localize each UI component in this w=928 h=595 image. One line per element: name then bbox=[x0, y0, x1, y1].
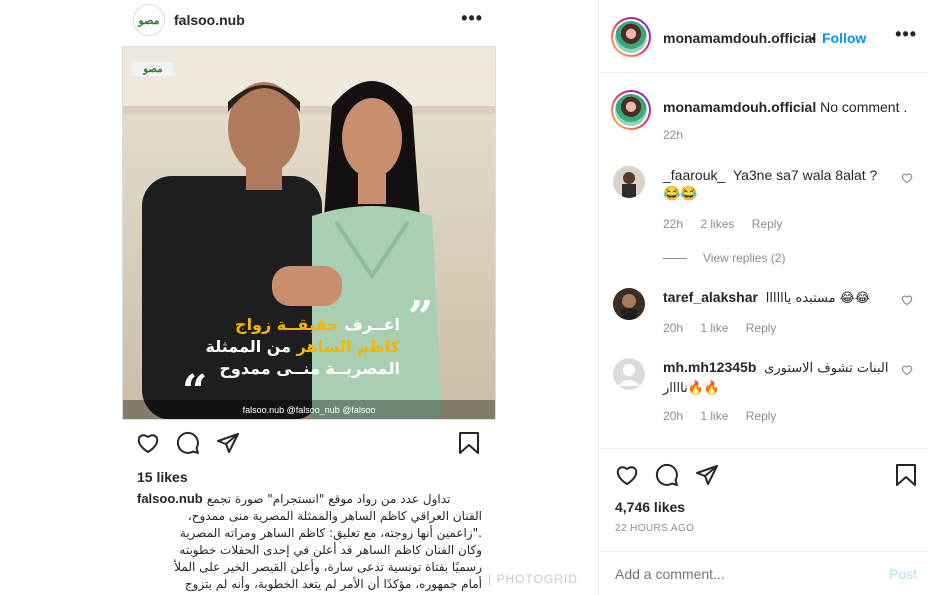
comment-time[interactable]: 20h bbox=[663, 409, 683, 423]
post-logo: مصو bbox=[138, 14, 160, 27]
heart-icon[interactable] bbox=[136, 431, 160, 455]
panel-username[interactable]: monamamdouh.official bbox=[663, 30, 816, 46]
list-item: monamamdouh.official No comment . 22h bbox=[611, 90, 913, 152]
comment-meta: 20h 1 like Reply bbox=[663, 409, 790, 423]
panel-avatar[interactable] bbox=[611, 17, 651, 57]
comment-time[interactable]: 22h bbox=[663, 128, 683, 142]
comment-heart-icon[interactable] bbox=[901, 294, 913, 306]
photogrid-watermark: | PHOTOGRID bbox=[488, 572, 578, 586]
comment-username[interactable]: taref_alakshar bbox=[663, 289, 758, 305]
follow-button[interactable]: Follow bbox=[822, 30, 866, 46]
post-more-icon[interactable]: ••• bbox=[461, 8, 483, 29]
comment-time[interactable]: 20h bbox=[663, 321, 683, 335]
comment-username[interactable]: mh.mh12345b bbox=[663, 359, 756, 375]
comment-text: mh.mh12345b البنات تشوف الاستورى ناااار🔥… bbox=[663, 358, 893, 398]
post-actions bbox=[136, 431, 486, 459]
comment-likes[interactable]: 1 like bbox=[700, 409, 728, 423]
comment-time[interactable]: 22h bbox=[663, 217, 683, 231]
view-replies-label: View replies (2) bbox=[703, 251, 786, 265]
comment-input[interactable] bbox=[615, 566, 855, 582]
header-dot: • bbox=[811, 30, 816, 46]
comments-panel: monamamdouh.official • Follow ••• monama… bbox=[598, 0, 928, 595]
caption-line: وكان الفنان كاظم الساهر قد أعلن في إحدى … bbox=[179, 543, 482, 557]
comment-avatar[interactable] bbox=[613, 358, 645, 390]
caption-line: ."زاعمين أنها زوجته، مع تعليق: كاظم السا… bbox=[179, 526, 482, 540]
comment-meta: 22h bbox=[663, 128, 697, 142]
headline-l2b: من الممثلة bbox=[205, 337, 297, 356]
headline-l1a: اعــرف bbox=[338, 315, 400, 334]
comment-heart-icon[interactable] bbox=[901, 172, 913, 184]
comment-body: مستبده ياااااا 😂😂 bbox=[765, 291, 871, 306]
share-icon[interactable] bbox=[695, 463, 719, 487]
comment-username[interactable]: _faarouk_ bbox=[663, 167, 725, 183]
photo-logo: مصو bbox=[132, 62, 174, 76]
comment-avatar[interactable] bbox=[611, 90, 651, 130]
comment-avatar[interactable] bbox=[613, 166, 645, 198]
post-caption: falsoo.nub تداول عدد من رواد موقع "انستجر… bbox=[137, 490, 482, 593]
caption-username[interactable]: falsoo.nub bbox=[137, 491, 203, 506]
comment-meta: 22h 2 likes Reply bbox=[663, 217, 796, 231]
headline-l1b: حقيقــة زواج bbox=[235, 315, 339, 334]
post-timestamp[interactable]: 22 HOURS AGO bbox=[615, 523, 694, 534]
comment-avatar[interactable] bbox=[613, 288, 645, 320]
comment-text: taref_alakshar مستبده ياااااا 😂😂 bbox=[663, 288, 893, 308]
comment-body: No comment . bbox=[820, 99, 908, 115]
headline-l2a: كاظم الساهر bbox=[296, 337, 400, 356]
panel-more-icon[interactable]: ••• bbox=[895, 24, 917, 45]
bookmark-icon[interactable] bbox=[895, 463, 917, 487]
post-header: مصو falsoo.nub ••• bbox=[133, 4, 493, 38]
caption-line: تداول عدد من رواد موقع "انستجرام" صورة ت… bbox=[206, 492, 451, 506]
post-username[interactable]: falsoo.nub bbox=[174, 12, 245, 28]
reply-button[interactable]: Reply bbox=[752, 217, 783, 231]
quote-open-icon: ” bbox=[408, 292, 434, 343]
comment-text: _faarouk_ Ya3ne sa7 wala 8alat ? 😂😂 bbox=[663, 166, 893, 202]
comments-list: monamamdouh.official No comment . 22h _f… bbox=[599, 74, 928, 448]
caption-line: رسميًا بفتاة تونسية تدعى سارة، وأعلن الق… bbox=[174, 560, 482, 574]
share-icon[interactable] bbox=[216, 431, 240, 455]
caption-line: أمام جمهوره، مؤكدًا أن الأمر لم يتعد الخ… bbox=[184, 577, 482, 591]
comment-likes[interactable]: 2 likes bbox=[700, 217, 734, 231]
list-item: taref_alakshar مستبده ياااااا 😂😂 20h 1 l… bbox=[613, 288, 913, 348]
panel-header: monamamdouh.official • Follow ••• bbox=[599, 0, 928, 73]
add-comment-bar: Post bbox=[599, 551, 928, 595]
list-item: _faarouk_ Ya3ne sa7 wala 8alat ? 😂😂 22h … bbox=[613, 166, 913, 236]
view-replies-button[interactable]: View replies (2) bbox=[663, 251, 785, 265]
reply-button[interactable]: Reply bbox=[746, 321, 777, 335]
caption-line: الفنان العراقي كاظم الساهر والممثلة المص… bbox=[187, 509, 482, 523]
comment-text: monamamdouh.official No comment . bbox=[663, 98, 923, 116]
comment-heart-icon[interactable] bbox=[901, 364, 913, 376]
comment-meta: 20h 1 like Reply bbox=[663, 321, 790, 335]
post-screenshot: مصو falsoo.nub ••• مصو ” اعــرف حقيقــة … bbox=[0, 0, 598, 595]
panel-actions: 4,746 likes 22 HOURS AGO bbox=[599, 448, 928, 548]
view-replies-line bbox=[663, 258, 687, 260]
bookmark-icon[interactable] bbox=[458, 431, 480, 455]
list-item: mh.mh12345b البنات تشوف الاستورى ناااار🔥… bbox=[613, 358, 913, 438]
comment-likes[interactable]: 1 like bbox=[700, 321, 728, 335]
post-likes-count[interactable]: 4,746 likes bbox=[615, 499, 685, 515]
post-likes[interactable]: 15 likes bbox=[137, 469, 188, 485]
comment-icon[interactable] bbox=[176, 431, 200, 455]
heart-icon[interactable] bbox=[615, 463, 639, 487]
post-image: مصو ” اعــرف حقيقــة زواج كاظم الساهر من… bbox=[122, 46, 496, 420]
headline: اعــرف حقيقــة زواج كاظم الساهر من الممث… bbox=[200, 314, 400, 380]
comment-icon[interactable] bbox=[655, 463, 679, 487]
post-comment-button[interactable]: Post bbox=[889, 566, 917, 582]
photo-footer: falsoo.nub @falsoo_nub @falsoo bbox=[122, 400, 496, 420]
post-avatar[interactable]: مصو bbox=[133, 4, 165, 36]
reply-button[interactable]: Reply bbox=[746, 409, 777, 423]
comment-username[interactable]: monamamdouh.official bbox=[663, 99, 816, 115]
headline-l3: المصريــة منــى ممدوح bbox=[219, 359, 400, 378]
